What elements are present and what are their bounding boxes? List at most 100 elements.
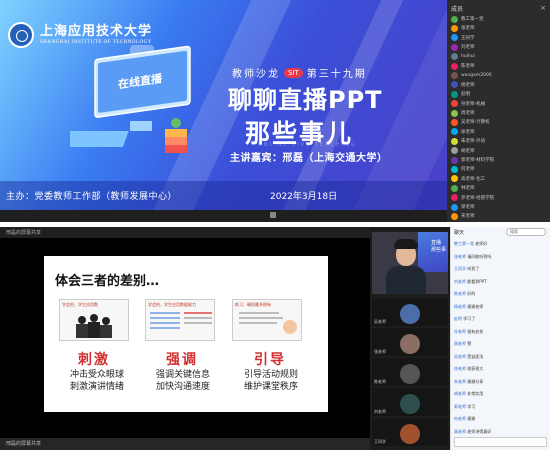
slide-card-3: 练习：确保最多拥有	[232, 299, 302, 341]
card-tag: 练习：确保最多拥有	[235, 302, 271, 307]
chat-message: 高老师 老师讲得真好	[454, 429, 491, 435]
status-text: 邢磊的屏幕共享	[6, 441, 42, 447]
avatar	[451, 194, 458, 202]
chat-text: 请问能听到吗	[467, 253, 492, 259]
chat-sender: 高老师	[454, 428, 466, 434]
card-line	[150, 312, 180, 314]
chat-message: 郭老师 学习	[454, 404, 475, 410]
slide-word-stimulate: 刺激	[78, 352, 110, 368]
avatar	[451, 62, 458, 70]
participant-name: 周老师	[461, 111, 475, 116]
participant-name: 赵明	[461, 92, 470, 98]
chat-input[interactable]	[454, 437, 547, 447]
person-icon	[283, 320, 297, 334]
speaker-body	[386, 266, 426, 294]
participant-video-tile[interactable]: 陈老师	[372, 358, 448, 386]
monitor-stand	[130, 121, 152, 131]
participant-name: 胡老师	[461, 148, 475, 154]
chat-message: 吴老师 受益匪浅	[454, 354, 483, 360]
university-name-block: 上海应用技术大学 SHANGHAI INSTITUTE OF TECHNOLOG…	[40, 25, 152, 45]
meeting-title: 邢磊的屏幕共享	[6, 230, 42, 236]
card-line	[239, 312, 279, 314]
bottom-status-bar	[0, 438, 370, 450]
participant-video-tile[interactable]: 张老师	[372, 328, 448, 356]
chat-sender: 杨老师	[454, 303, 466, 309]
chat-text: 谢谢老师	[467, 303, 484, 309]
participant-name: 陈老师	[461, 64, 475, 69]
slide-heading: 体会三者的差别…	[55, 274, 160, 289]
speaker-hair	[394, 239, 418, 249]
avatar	[451, 24, 458, 32]
chat-message: 徐老师 收获很大	[454, 366, 483, 372]
slide-sub: 维护课堂秩序	[243, 382, 298, 392]
card-line	[184, 312, 212, 314]
video-tile-name: 张老师	[374, 349, 386, 354]
chat-sender: 朱老师	[454, 378, 466, 384]
organizer: 主办：党委教师工作部（教师发展中心）	[6, 192, 178, 202]
speaker-bg-text: 直播 那些事	[431, 240, 446, 254]
chat-sender: 胡老师	[454, 391, 466, 396]
chat-text: 老师讲得真好	[467, 428, 492, 434]
online-teaching-illustration: 在线直播	[70, 45, 191, 153]
card-line	[184, 317, 212, 319]
participant-name: 郭老师-材料学院	[461, 158, 495, 163]
chat-text: 赞	[467, 341, 472, 346]
chat-message: 赵明 学习了	[454, 316, 475, 322]
card-tag: 学会把，学生应用数据能力	[148, 302, 196, 307]
avatar	[451, 165, 458, 173]
chat-message: 孙老师 很有启发	[454, 329, 483, 335]
speaker-background-slide: 直播 那些事	[418, 232, 448, 272]
university-seal-icon	[8, 22, 34, 48]
participant-name: 张老师	[461, 26, 475, 32]
chat-text: 能看到PPT	[467, 278, 487, 284]
drag-handle-icon[interactable]	[270, 212, 276, 218]
video-controls-strip	[0, 210, 447, 222]
chat-sender: 周老师	[454, 341, 466, 346]
participant-name: 林老师	[461, 186, 475, 192]
chat-text: 听到了	[467, 266, 480, 271]
avatar	[451, 71, 458, 79]
chat-text: 收获很大	[467, 366, 484, 371]
chat-text: 谢谢	[467, 416, 476, 421]
card-line	[150, 327, 180, 329]
sit-badge: SIT	[284, 67, 303, 78]
card-line	[150, 322, 180, 324]
chat-message: 刘老师 能看到PPT	[454, 279, 487, 285]
participant-name: huihui	[461, 54, 475, 60]
chat-text: 老师好	[475, 241, 488, 246]
participant-video-tile[interactable]: 王同学	[372, 418, 448, 446]
card-tag: 学会把，学生应用数	[62, 302, 98, 307]
chat-message: 杨老师 谢谢老师	[454, 304, 483, 310]
participant-list-title: 成员	[451, 6, 464, 13]
close-icon[interactable]: ×	[540, 4, 546, 12]
participant-video-tile[interactable]: 吴老师	[372, 298, 448, 326]
avatar	[400, 364, 420, 384]
avatar	[451, 43, 458, 51]
chat-search-input[interactable]: 搜索	[506, 228, 546, 236]
participant-row[interactable]: 宋老师	[451, 211, 475, 221]
chat-message: 胡老师 非常实用	[454, 391, 483, 397]
chat-sender: 教工第一党	[454, 241, 474, 246]
avatar	[451, 118, 458, 126]
card-line	[150, 317, 180, 319]
participant-video-tile[interactable]: 刘老师	[372, 388, 448, 416]
event-date: 2022年3月18日	[270, 192, 338, 202]
chat-message: 王同学 听到了	[454, 266, 479, 272]
keyboard-base	[70, 131, 129, 147]
slide-card-1: 学会把，学生应用数	[59, 299, 129, 341]
university-name: 上海应用技术大学	[40, 24, 153, 39]
guest-speaker: 主讲嘉宾：邢磊（上海交通大学）	[230, 153, 388, 164]
participant-name: 刘老师	[461, 45, 475, 51]
participant-name: 罗老师-经管学院	[461, 195, 495, 201]
card-line	[239, 317, 283, 319]
participant-name: 何老师	[461, 167, 475, 173]
participant-name: 朱老师-外语	[461, 139, 486, 145]
avatar	[451, 100, 458, 108]
block-2	[165, 137, 187, 145]
avatar	[451, 147, 458, 155]
chat-sender: 王同学	[454, 266, 466, 271]
avatar	[451, 184, 458, 192]
avatar	[451, 212, 458, 220]
chat-message: 张老师 请问能听到吗	[454, 254, 491, 260]
speaker-video-tile[interactable]: 直播 那些事	[372, 232, 448, 294]
